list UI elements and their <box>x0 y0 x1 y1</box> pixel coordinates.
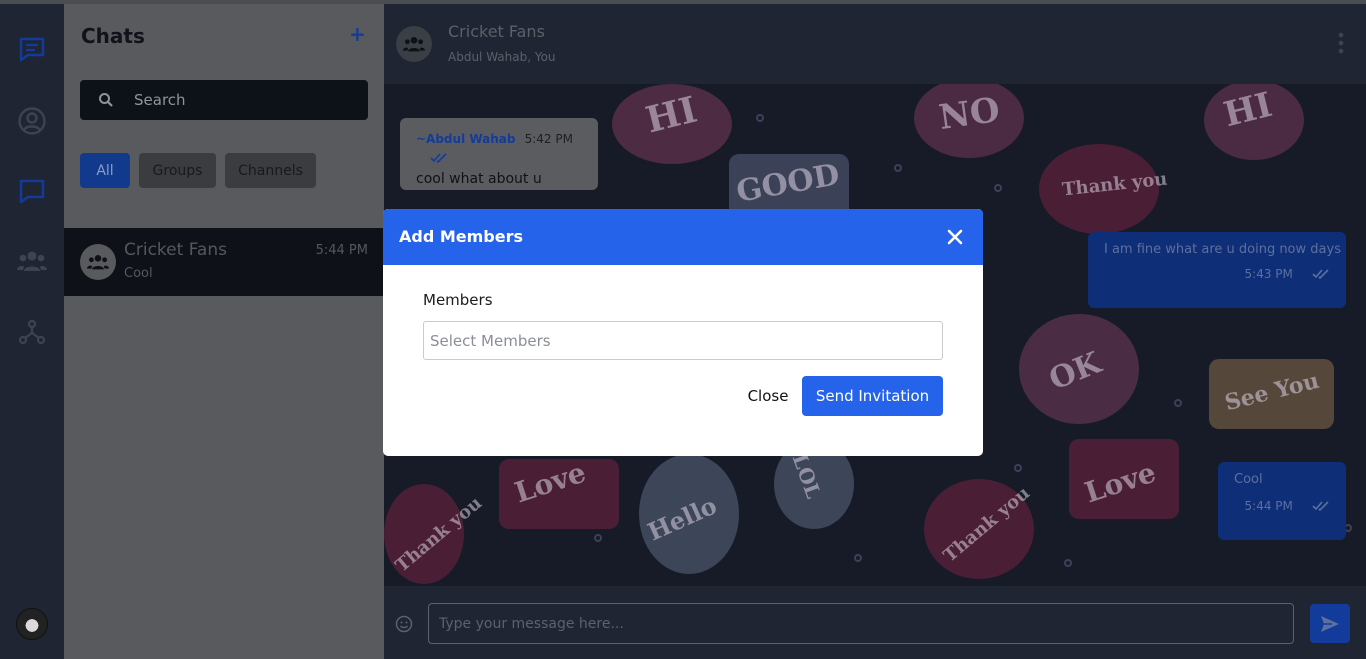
message-time: 5:43 PM <box>1244 267 1293 281</box>
conversation-members: Abdul Wahab, You <box>448 50 556 64</box>
message-square-icon[interactable] <box>17 176 47 206</box>
message-bubble-outgoing: I am fine what are u doing now days 5:43… <box>1088 232 1346 308</box>
wallpaper-dot <box>854 554 862 562</box>
double-check-icon <box>1312 268 1329 279</box>
send-icon <box>1321 615 1339 632</box>
close-icon[interactable] <box>945 227 965 247</box>
filter-all-button[interactable]: All <box>80 153 130 188</box>
message-bubble-outgoing: Cool 5:44 PM <box>1218 462 1346 540</box>
users-icon <box>403 37 425 52</box>
message-text: I am fine what are u doing now days <box>1104 242 1341 257</box>
double-check-icon <box>430 152 447 163</box>
user-circle-icon[interactable] <box>17 106 47 136</box>
users-icon[interactable] <box>17 246 47 276</box>
share-nodes-icon[interactable] <box>17 317 47 347</box>
wallpaper-dot <box>594 534 602 542</box>
search-icon <box>99 93 113 107</box>
wallpaper-dot <box>1014 464 1022 472</box>
filter-channels-button[interactable]: Channels <box>225 153 316 188</box>
double-check-icon <box>1312 500 1329 511</box>
dialog-header: Add Members <box>383 209 983 265</box>
chat-name: Cricket Fans <box>124 240 227 260</box>
chats-panel: Chats + All Groups Channels Cricket Fans… <box>64 4 384 659</box>
new-chat-button[interactable]: + <box>349 22 366 46</box>
filter-groups-button[interactable]: Groups <box>139 153 216 188</box>
message-text: cool what about u <box>416 171 542 187</box>
add-members-dialog: Add Members Members Close Send Invitatio… <box>383 209 983 456</box>
wallpaper-dot <box>756 114 764 122</box>
message-time: 5:44 PM <box>1244 499 1293 513</box>
group-avatar[interactable] <box>396 26 432 62</box>
members-label: Members <box>423 291 493 309</box>
wallpaper-dot <box>994 184 1002 192</box>
wallpaper-word: NO <box>936 89 1003 139</box>
search-input[interactable] <box>134 91 354 109</box>
icon-rail <box>0 4 64 659</box>
user-avatar[interactable] <box>16 608 48 640</box>
chat-time: 5:44 PM <box>315 243 368 258</box>
chat-list-item[interactable]: Cricket Fans 5:44 PM Cool <box>64 228 384 296</box>
more-options-icon[interactable] <box>1338 32 1344 58</box>
conversation-header: Cricket Fans Abdul Wahab, You <box>384 4 1366 84</box>
chat-preview: Cool <box>124 266 153 281</box>
group-avatar <box>80 244 116 280</box>
send-invitation-button[interactable]: Send Invitation <box>802 376 943 416</box>
members-select[interactable] <box>423 321 943 360</box>
wallpaper-dot <box>894 164 902 172</box>
message-input[interactable] <box>428 603 1294 644</box>
users-icon <box>87 255 109 270</box>
emoji-icon[interactable] <box>395 615 413 637</box>
chat-bubble-icon[interactable] <box>17 34 47 64</box>
wallpaper-dot <box>1174 399 1182 407</box>
conversation-title: Cricket Fans <box>448 22 545 41</box>
dialog-title: Add Members <box>399 227 524 246</box>
message-time: 5:42 PM <box>524 132 573 146</box>
message-composer <box>384 586 1366 659</box>
message-author: ~Abdul Wahab <box>416 132 516 146</box>
wallpaper-dot <box>1064 559 1072 567</box>
message-bubble-incoming: ~Abdul Wahab 5:42 PM cool what about u <box>400 118 598 190</box>
send-button[interactable] <box>1310 604 1350 643</box>
close-button[interactable]: Close <box>733 376 803 416</box>
chats-title: Chats <box>81 24 145 48</box>
message-text: Cool <box>1234 472 1263 487</box>
search-bar <box>80 80 368 120</box>
